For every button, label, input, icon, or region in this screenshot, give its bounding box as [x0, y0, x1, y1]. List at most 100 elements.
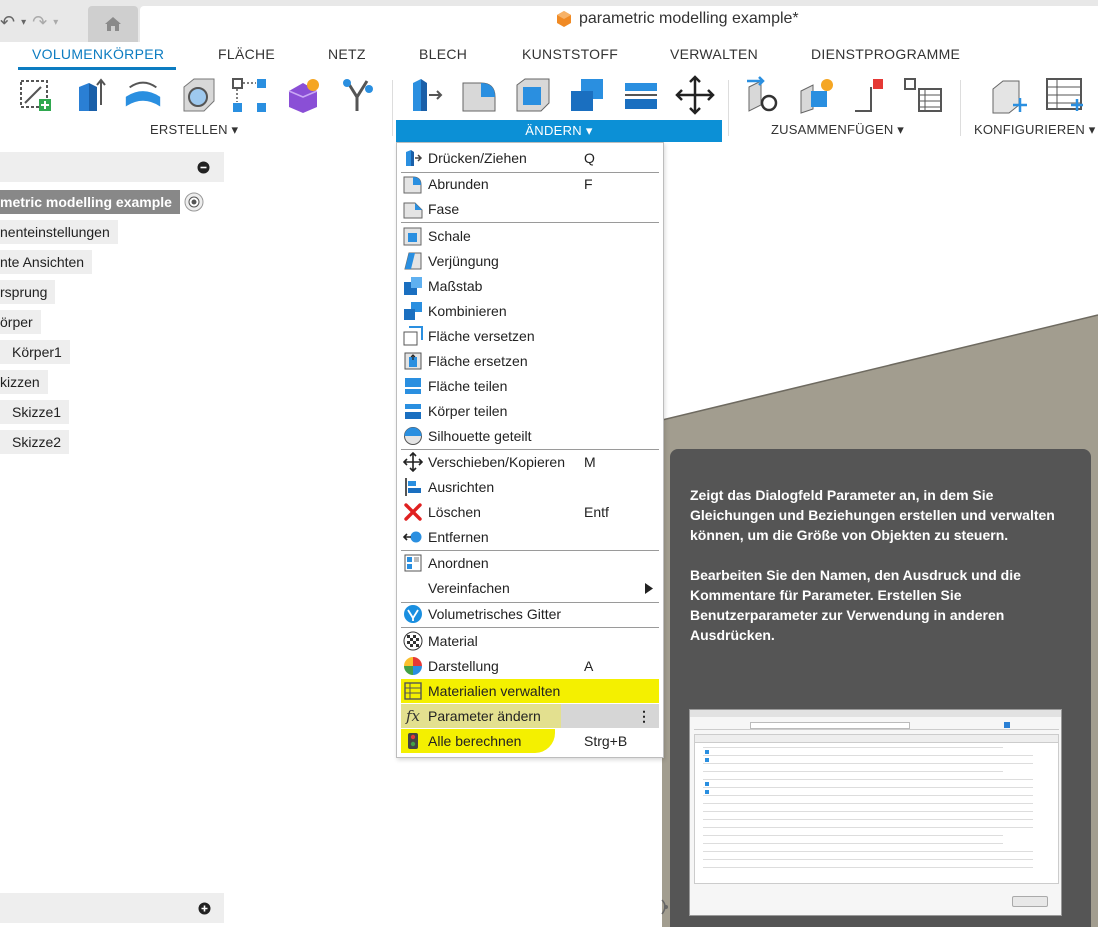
rigid-group-icon[interactable]: [850, 74, 892, 116]
new-component-icon[interactable]: [796, 74, 838, 116]
combine-tool-icon[interactable]: [566, 74, 608, 116]
generative-design-icon[interactable]: [336, 74, 378, 116]
menu-item-simplify[interactable]: Vereinfachen: [401, 576, 659, 600]
browser-item-body1[interactable]: Körper1: [0, 340, 70, 364]
submenu-arrow-icon: [645, 583, 653, 594]
chevron-down-icon[interactable]: ▾: [53, 17, 58, 28]
home-button[interactable]: [88, 6, 138, 42]
split-body-icon: [403, 401, 423, 421]
menu-item-press-pull[interactable]: Drücken/Ziehen Q: [401, 146, 659, 170]
menu-item-material[interactable]: Material: [401, 629, 659, 653]
quick-access-toolbar: ↶ ▾ ↷ ▾: [0, 8, 58, 36]
tab-dienstprogramme[interactable]: DIENSTPROGRAMME: [811, 46, 960, 62]
pattern-icon[interactable]: [228, 74, 270, 116]
menu-item-move-copy[interactable]: Verschieben/Kopieren M: [401, 450, 659, 474]
active-tab-indicator: [18, 67, 176, 70]
tab-verwalten[interactable]: VERWALTEN: [670, 46, 758, 62]
menu-item-volumetric-lattice[interactable]: Volumetrisches Gitter: [401, 602, 659, 626]
menu-item-change-parameters[interactable]: fx Parameter ändern ⋮: [401, 704, 659, 728]
comments-panel-header: [0, 893, 224, 923]
fx-icon: fx: [405, 707, 420, 725]
menu-item-align[interactable]: Ausrichten: [401, 475, 659, 499]
joint-icon[interactable]: [742, 74, 784, 116]
group-divider: [392, 80, 393, 136]
menu-item-draft[interactable]: Verjüngung: [401, 249, 659, 273]
shell-tool-icon[interactable]: [512, 74, 554, 116]
browser-item-sketch2[interactable]: Skizze2: [0, 430, 70, 454]
menu-item-silhouette-split[interactable]: Silhouette geteilt: [401, 424, 659, 448]
menu-separator: [401, 222, 659, 223]
menu-item-fillet[interactable]: Abrunden F: [401, 172, 659, 196]
shell-icon: [403, 226, 423, 246]
replace-face-icon: [403, 351, 423, 371]
tab-volumenkoerper[interactable]: VOLUMENKÖRPER: [32, 46, 164, 62]
create-form-icon[interactable]: [282, 74, 324, 116]
remove-icon: [403, 527, 423, 547]
redo-icon[interactable]: ↷: [32, 12, 47, 33]
menu-item-chamfer[interactable]: Fase: [401, 197, 659, 221]
split-body-tool-icon[interactable]: [620, 74, 662, 116]
fillet-tool-icon[interactable]: [458, 74, 500, 116]
group-divider: [728, 80, 729, 136]
browser-item-origin[interactable]: rsprung: [0, 280, 56, 304]
chevron-down-icon[interactable]: ▾: [21, 17, 26, 28]
menu-item-replace-face[interactable]: Fläche ersetzen: [401, 349, 659, 373]
browser-item-named-views[interactable]: nte Ansichten: [0, 250, 93, 274]
bill-of-materials-icon[interactable]: [902, 74, 944, 116]
browser-item-document-settings[interactable]: nenteinstellungen: [0, 220, 118, 244]
menu-separator: [401, 627, 659, 628]
arrange-icon: [403, 553, 423, 573]
expand-icon[interactable]: [198, 902, 211, 915]
compute-all-icon: [403, 731, 423, 751]
tab-flaeche[interactable]: FLÄCHE: [218, 46, 275, 62]
browser-item-sketch1[interactable]: Skizze1: [0, 400, 70, 424]
preview-checkbox: [1004, 722, 1010, 728]
draft-icon: [403, 251, 423, 271]
menu-item-delete[interactable]: Löschen Entf: [401, 500, 659, 524]
scale-icon: [403, 276, 423, 296]
menu-item-shell[interactable]: Schale: [401, 224, 659, 248]
browser-root-item[interactable]: metric modelling example: [0, 190, 180, 214]
more-options-icon[interactable]: ⋮: [637, 704, 651, 728]
group-zusammenfuegen[interactable]: ZUSAMMENFÜGEN ▾: [771, 122, 904, 138]
browser-header: [0, 152, 224, 182]
menu-item-manage-materials[interactable]: Materialien verwalten: [401, 679, 659, 703]
extrude-icon[interactable]: [70, 74, 112, 116]
configuration-table-icon[interactable]: [1044, 74, 1086, 116]
group-konfigurieren[interactable]: KONFIGURIEREN ▾: [974, 122, 1095, 138]
preview-table: [694, 734, 1059, 884]
menu-item-arrange[interactable]: Anordnen: [401, 551, 659, 575]
home-icon: [105, 17, 121, 31]
group-erstellen[interactable]: ERSTELLEN ▾: [150, 122, 238, 138]
preview-search-field: [750, 722, 910, 729]
revolve-icon[interactable]: [122, 74, 164, 116]
menu-item-appearance[interactable]: Darstellung A: [401, 654, 659, 678]
browser-item-bodies[interactable]: örper: [0, 310, 41, 334]
undo-icon[interactable]: ↶: [0, 12, 15, 33]
menu-item-remove[interactable]: Entfernen: [401, 525, 659, 549]
move-copy-tool-icon[interactable]: [674, 74, 716, 116]
chamfer-icon: [403, 199, 423, 219]
tab-netz[interactable]: NETZ: [328, 46, 366, 62]
menu-item-split-body[interactable]: Körper teilen: [401, 399, 659, 423]
press-pull-tool-icon[interactable]: [404, 74, 446, 116]
menu-item-split-face[interactable]: Fläche teilen: [401, 374, 659, 398]
create-sketch-icon[interactable]: [14, 74, 56, 116]
hole-icon[interactable]: [177, 74, 219, 116]
menu-item-combine[interactable]: Kombinieren: [401, 299, 659, 323]
material-icon: [403, 631, 423, 651]
parameters-dialog-preview: [689, 709, 1062, 916]
menu-item-offset-face[interactable]: Fläche versetzen: [401, 324, 659, 348]
menu-item-compute-all[interactable]: Alle berechnen Strg+B: [401, 729, 659, 753]
browser-item-sketches[interactable]: kizzen: [0, 370, 48, 394]
menu-item-scale[interactable]: Maßstab: [401, 274, 659, 298]
tab-kunststoff[interactable]: KUNSTSTOFF: [522, 46, 618, 62]
collapse-icon[interactable]: [197, 161, 210, 174]
preview-title-bar: [690, 710, 1061, 717]
group-aendern[interactable]: ÄNDERN ▾: [396, 120, 722, 142]
active-radio-icon[interactable]: [183, 191, 205, 213]
configure-icon[interactable]: [988, 74, 1030, 116]
volumetric-lattice-icon: [403, 604, 423, 624]
combine-icon: [403, 301, 423, 321]
tab-blech[interactable]: BLECH: [419, 46, 467, 62]
